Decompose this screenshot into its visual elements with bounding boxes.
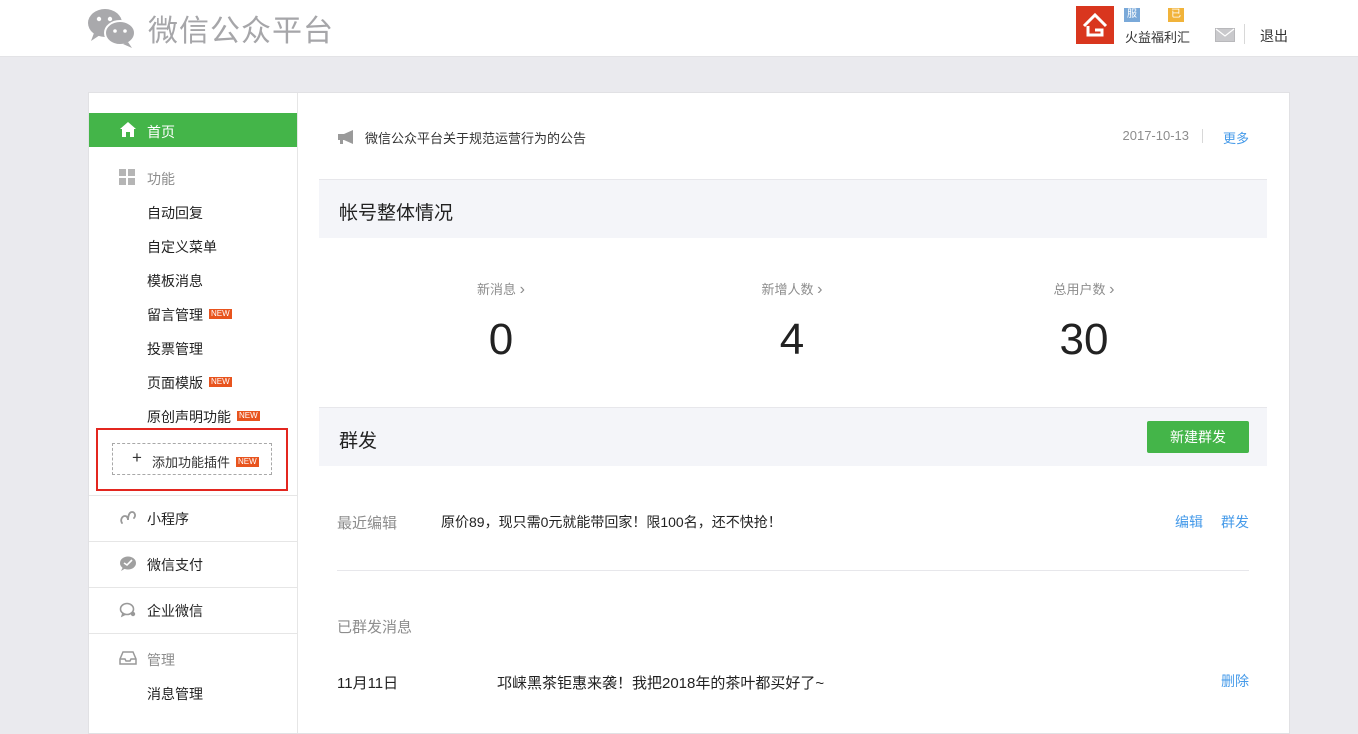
stat-label: 总用户数 › (984, 279, 1184, 299)
sidebar: 首页 功能 自动回复 自定义菜单 模板消息 留言管理 NEW 投票管理 页面模版 N… (89, 93, 298, 733)
stat-label: 新消息 › (401, 279, 601, 299)
sidebar-item-wechat-pay[interactable]: 微信支付 (89, 541, 297, 587)
house-logo-icon (1082, 12, 1108, 37)
sidebar-item-label: 企业微信 (147, 603, 203, 619)
sidebar-item-label: 模板消息 (147, 273, 203, 289)
new-badge: NEW (236, 456, 259, 467)
sidebar-item-home[interactable]: 首页 (89, 113, 297, 147)
logo-title: 微信公众平台 (148, 15, 334, 48)
sidebar-item-label: 自定义菜单 (147, 239, 217, 255)
sidebar-item-vote-management[interactable]: 投票管理 (147, 339, 203, 359)
new-broadcast-button[interactable]: 新建群发 (1147, 421, 1249, 453)
verified-badge: 已认证 (1168, 8, 1184, 48)
delete-link[interactable]: 删除 (1221, 671, 1249, 691)
sidebar-item-page-template[interactable]: 页面模版 NEW (147, 373, 232, 393)
stat-value: 0 (488, 315, 514, 364)
notice-divider (1202, 129, 1203, 143)
more-link[interactable]: 更多 (1223, 128, 1249, 147)
overview-header: 帐号整体情况 (319, 179, 1267, 238)
header-divider (1244, 24, 1245, 44)
grid-icon (119, 169, 135, 185)
stat-value: 30 (1059, 315, 1109, 364)
stat-new-followers[interactable]: 新增人数 › 4 (692, 279, 892, 365)
top-header: 微信公众平台 服务号 已认证 火益福利汇 退出 (0, 0, 1358, 57)
sidebar-item-label: 消息管理 (147, 686, 203, 702)
new-badge: NEW (237, 411, 260, 422)
sidebar-item-custom-menu[interactable]: 自定义菜单 (147, 237, 217, 257)
add-plugin-button[interactable]: + 添加功能插件 NEW (112, 443, 272, 475)
sidebar-item-label: 首页 (147, 124, 175, 140)
sidebar-item-label: 小程序 (147, 511, 189, 527)
sidebar-item-template-message[interactable]: 模板消息 (147, 271, 203, 291)
notice-date: 2017-10-13 (1122, 128, 1190, 143)
sidebar-section-label: 管理 (147, 652, 175, 668)
stat-label: 新增人数 › (692, 279, 892, 299)
service-account-badge: 服务号 (1124, 8, 1140, 48)
sidebar-item-label: 留言管理 (147, 307, 203, 323)
enterprise-wechat-icon (119, 602, 136, 618)
add-plugin-text: 添加功能插件 (152, 455, 231, 470)
send-link[interactable]: 群发 (1221, 512, 1249, 532)
sidebar-section-manage: 管理 (89, 648, 297, 668)
sidebar-item-original-declaration[interactable]: 原创声明功能 NEW (147, 407, 260, 427)
sidebar-item-label: 页面模版 (147, 375, 203, 391)
sidebar-section-label: 功能 (147, 171, 175, 187)
sidebar-item-comment-management[interactable]: 留言管理 NEW (147, 305, 232, 325)
list-item: 11月11日 邛崃黑茶钜惠来袭！我把2018年的茶叶都买好了~ 删除 (337, 671, 1249, 693)
chevron-right-icon: › (1109, 281, 1115, 298)
overview-title: 帐号整体情况 (339, 203, 454, 224)
logout-link[interactable]: 退出 (1260, 26, 1288, 46)
logo[interactable]: 微信公众平台 (86, 6, 334, 50)
wechat-pay-icon (120, 556, 136, 571)
sidebar-divider (89, 633, 297, 634)
stat-total-users[interactable]: 总用户数 › 30 (984, 279, 1184, 365)
megaphone-icon (338, 130, 353, 144)
recent-edit-row: 最近编辑 原价89，现只需0元就能带回家！限100名，还不快抢！ 编辑 群发 (337, 511, 1249, 533)
sent-date: 11月11日 (337, 675, 399, 692)
mini-program-icon (120, 511, 136, 524)
sidebar-section-function: 功能 (89, 167, 297, 187)
new-badge: NEW (209, 309, 232, 320)
notice-link[interactable]: 微信公众平台关于规范运营行为的公告 (365, 128, 586, 147)
sidebar-item-mini-program[interactable]: 小程序 (89, 495, 297, 541)
notice-bar: 微信公众平台关于规范运营行为的公告 2017-10-13 更多 (337, 127, 1249, 147)
broadcast-title: 群发 (339, 431, 378, 452)
recent-edit-label: 最近编辑 (337, 515, 398, 532)
sidebar-item-label: 原创声明功能 (147, 409, 231, 425)
main-panel: 首页 功能 自动回复 自定义菜单 模板消息 留言管理 NEW 投票管理 页面模版 N… (88, 92, 1290, 734)
stat-label-text: 总用户数 (1053, 282, 1106, 297)
sent-title[interactable]: 邛崃黑茶钜惠来袭！我把2018年的茶叶都买好了~ (497, 672, 824, 693)
stat-label-text: 新增人数 (761, 282, 814, 297)
stat-label-text: 新消息 (477, 282, 517, 297)
mail-icon[interactable] (1215, 28, 1235, 42)
broadcast-header: 群发 新建群发 (319, 407, 1267, 466)
recent-edit-text[interactable]: 原价89，现只需0元就能带回家！限100名，还不快抢！ (441, 512, 782, 532)
wechat-logo-icon (86, 6, 138, 50)
sent-messages-header: 已群发消息 (337, 619, 413, 636)
add-plugin-label: 添加功能插件 NEW (152, 452, 259, 471)
stat-value: 4 (779, 315, 805, 364)
sidebar-item-label: 投票管理 (147, 341, 203, 357)
inbox-icon (119, 651, 137, 665)
sidebar-item-auto-reply[interactable]: 自动回复 (147, 203, 203, 223)
avatar[interactable] (1076, 6, 1114, 44)
sidebar-item-label: 自动回复 (147, 205, 203, 221)
account-name[interactable]: 火益福利汇 (1125, 27, 1190, 46)
chevron-right-icon: › (519, 281, 525, 298)
sidebar-item-enterprise-wechat[interactable]: 企业微信 (89, 587, 297, 633)
edit-link[interactable]: 编辑 (1175, 512, 1203, 532)
sidebar-item-label: 微信支付 (147, 557, 203, 573)
new-badge: NEW (209, 377, 232, 388)
content-divider (337, 570, 1249, 571)
plus-icon: + (132, 448, 142, 467)
stat-new-messages[interactable]: 新消息 › 0 (401, 279, 601, 365)
sidebar-item-message-management[interactable]: 消息管理 (147, 684, 203, 704)
chevron-right-icon: › (817, 281, 823, 298)
home-icon (120, 122, 136, 137)
